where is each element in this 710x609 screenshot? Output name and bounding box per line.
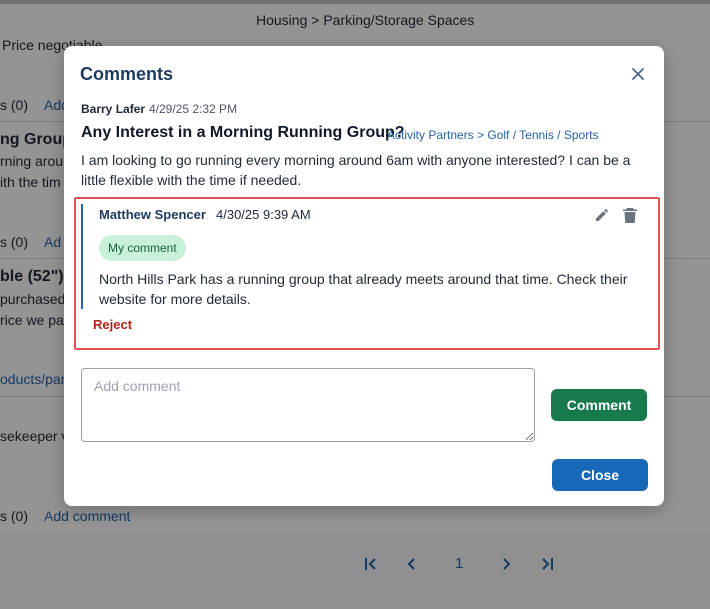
comment-body: North Hills Park has a running group tha… <box>99 271 628 307</box>
my-comment-badge: My comment <box>99 235 186 261</box>
modal-title: Comments <box>80 64 174 84</box>
comment-date: 4/30/25 9:39 AM <box>216 207 311 222</box>
close-button[interactable]: Close <box>552 459 648 491</box>
comment-author: Matthew Spencer <box>99 207 206 222</box>
comments-modal: Comments Barry Lafer 4/29/25 2:32 PM Any… <box>64 46 664 506</box>
post-body: I am looking to go running every morning… <box>81 152 631 188</box>
reject-button[interactable]: Reject <box>93 317 132 332</box>
post-author: Barry Lafer <box>81 102 146 116</box>
comment-input[interactable] <box>81 368 535 442</box>
close-icon[interactable] <box>630 66 646 82</box>
comment-button[interactable]: Comment <box>551 389 647 421</box>
post-title: Any Interest in a Morning Running Group? <box>81 124 405 141</box>
post-category[interactable]: Activity Partners > Golf / Tennis / Spor… <box>387 128 599 142</box>
trash-icon[interactable] <box>622 207 638 224</box>
post-date: 4/29/25 2:32 PM <box>149 102 238 116</box>
pencil-icon[interactable] <box>594 207 610 223</box>
comment-accent-bar <box>81 204 83 309</box>
